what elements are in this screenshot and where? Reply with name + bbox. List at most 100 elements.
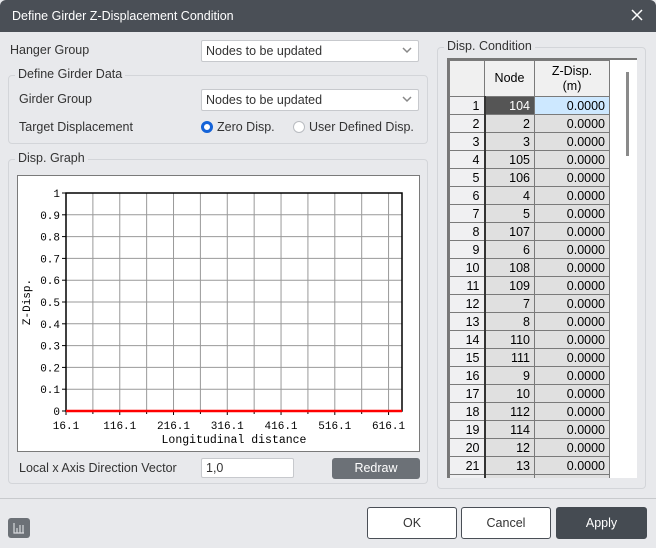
disp-condition-table[interactable]: Node Z-Disp. (m) 1 104 0.0000 2 2 0.0000 3 3 0.00… [447, 58, 637, 478]
table-row[interactable]: 7 5 0.0000 [449, 204, 610, 223]
zdisp-cell[interactable]: 0.0000 [534, 258, 610, 277]
node-cell[interactable]: 5 [484, 204, 535, 223]
table-row[interactable]: 1 104 0.0000 [449, 96, 610, 115]
node-cell[interactable]: 104 [484, 96, 535, 115]
table-row[interactable]: 6 4 0.0000 [449, 186, 610, 205]
node-cell[interactable]: 114 [484, 420, 535, 439]
row-header[interactable]: 13 [449, 312, 486, 331]
apply-button[interactable]: Apply [556, 507, 647, 539]
direction-vector-field[interactable] [202, 459, 293, 477]
table-row[interactable]: 14 110 0.0000 [449, 330, 610, 349]
node-cell[interactable]: 105 [484, 150, 535, 169]
node-cell[interactable]: 4 [484, 186, 535, 205]
zdisp-cell[interactable]: 0.0000 [534, 420, 610, 439]
row-header[interactable]: 20 [449, 438, 486, 457]
zdisp-cell[interactable]: 0.0000 [534, 168, 610, 187]
close-icon[interactable] [628, 6, 646, 24]
row-header[interactable]: 15 [449, 348, 486, 367]
zdisp-cell[interactable]: 0.0000 [534, 96, 610, 115]
node-cell[interactable]: 106 [484, 168, 535, 187]
direction-vector-input[interactable] [201, 458, 294, 478]
user-defined-disp-radio[interactable]: User Defined Disp. [293, 120, 414, 134]
table-row[interactable]: 12 7 0.0000 [449, 294, 610, 313]
node-cell[interactable]: 6 [484, 240, 535, 259]
hanger-group-select[interactable]: Nodes to be updated [201, 40, 419, 62]
table-row[interactable]: 18 112 0.0000 [449, 402, 610, 421]
table-row[interactable]: 2 2 0.0000 [449, 114, 610, 133]
table-row[interactable]: 9 6 0.0000 [449, 240, 610, 259]
row-header[interactable]: 9 [449, 240, 486, 259]
zdisp-cell[interactable]: 0.0000 [534, 240, 610, 259]
row-header[interactable]: 2 [449, 114, 486, 133]
node-cell[interactable]: 13 [484, 456, 535, 475]
row-header[interactable]: 16 [449, 366, 486, 385]
column-header-zdisp[interactable]: Z-Disp. (m) [534, 60, 610, 97]
node-cell[interactable]: 7 [484, 294, 535, 313]
node-cell[interactable]: 2 [484, 114, 535, 133]
node-cell[interactable]: 110 [484, 330, 535, 349]
zdisp-cell[interactable]: 0.0000 [534, 438, 610, 457]
table-row[interactable]: 15 111 0.0000 [449, 348, 610, 367]
node-cell[interactable]: 112 [484, 402, 535, 421]
row-header[interactable]: 6 [449, 186, 486, 205]
node-cell[interactable]: 9 [484, 366, 535, 385]
table-row[interactable]: 20 12 0.0000 [449, 438, 610, 457]
row-header[interactable]: 3 [449, 132, 486, 151]
row-header[interactable]: 4 [449, 150, 486, 169]
girder-group-select[interactable]: Nodes to be updated [201, 89, 419, 111]
zdisp-cell[interactable]: 0.0000 [534, 222, 610, 241]
row-header[interactable]: 7 [449, 204, 486, 223]
node-cell[interactable]: 108 [484, 258, 535, 277]
zdisp-cell[interactable]: 0.0000 [534, 402, 610, 421]
table-row[interactable]: 21 13 0.0000 [449, 456, 610, 475]
table-row[interactable]: 5 106 0.0000 [449, 168, 610, 187]
zdisp-cell[interactable]: 0.0000 [534, 132, 610, 151]
row-header[interactable]: 1 [449, 96, 486, 115]
node-cell[interactable]: 107 [484, 222, 535, 241]
zdisp-cell[interactable]: 0.0000 [534, 114, 610, 133]
table-scrollbar-thumb[interactable] [626, 72, 629, 156]
table-row[interactable]: 4 105 0.0000 [449, 150, 610, 169]
node-cell[interactable]: 8 [484, 312, 535, 331]
zdisp-cell[interactable]: 0.0000 [534, 312, 610, 331]
table-row[interactable]: 8 107 0.0000 [449, 222, 610, 241]
table-row[interactable]: 16 9 0.0000 [449, 366, 610, 385]
bar-chart-icon[interactable] [8, 518, 30, 538]
table-row[interactable]: 17 10 0.0000 [449, 384, 610, 403]
zdisp-cell[interactable]: 0.0000 [534, 294, 610, 313]
ok-button[interactable]: OK [367, 507, 457, 539]
zdisp-cell[interactable]: 0.0000 [534, 456, 610, 475]
row-header[interactable]: 14 [449, 330, 486, 349]
row-header[interactable]: 21 [449, 456, 486, 475]
title-bar[interactable]: Define Girder Z-Displacement Condition [0, 0, 656, 32]
zdisp-cell[interactable]: 0.0000 [534, 384, 610, 403]
zdisp-cell[interactable]: 0.0000 [534, 150, 610, 169]
zdisp-cell[interactable]: 0.0000 [534, 186, 610, 205]
table-row[interactable]: 19 114 0.0000 [449, 420, 610, 439]
row-header[interactable]: 11 [449, 276, 486, 295]
zero-disp-radio[interactable]: Zero Disp. [201, 120, 275, 134]
redraw-button[interactable]: Redraw [332, 458, 420, 479]
row-header[interactable]: 18 [449, 402, 486, 421]
zdisp-cell[interactable]: 0.0000 [534, 366, 610, 385]
node-cell[interactable]: 10 [484, 384, 535, 403]
table-row[interactable]: 10 108 0.0000 [449, 258, 610, 277]
row-header[interactable]: 5 [449, 168, 486, 187]
zdisp-cell[interactable]: 0.0000 [534, 204, 610, 223]
node-cell[interactable]: 111 [484, 348, 535, 367]
node-cell[interactable]: 109 [484, 276, 535, 295]
cancel-button[interactable]: Cancel [461, 507, 551, 539]
row-header[interactable]: 17 [449, 384, 486, 403]
row-header[interactable]: 8 [449, 222, 486, 241]
row-header[interactable]: 19 [449, 420, 486, 439]
node-cell[interactable]: 12 [484, 438, 535, 457]
row-header[interactable]: 10 [449, 258, 486, 277]
table-row[interactable]: 13 8 0.0000 [449, 312, 610, 331]
row-header[interactable]: 12 [449, 294, 486, 313]
zdisp-cell[interactable]: 0.0000 [534, 276, 610, 295]
node-cell[interactable]: 3 [484, 132, 535, 151]
table-row[interactable]: 11 109 0.0000 [449, 276, 610, 295]
zdisp-cell[interactable]: 0.0000 [534, 330, 610, 349]
column-header-node[interactable]: Node [484, 60, 535, 97]
zdisp-cell[interactable]: 0.0000 [534, 348, 610, 367]
